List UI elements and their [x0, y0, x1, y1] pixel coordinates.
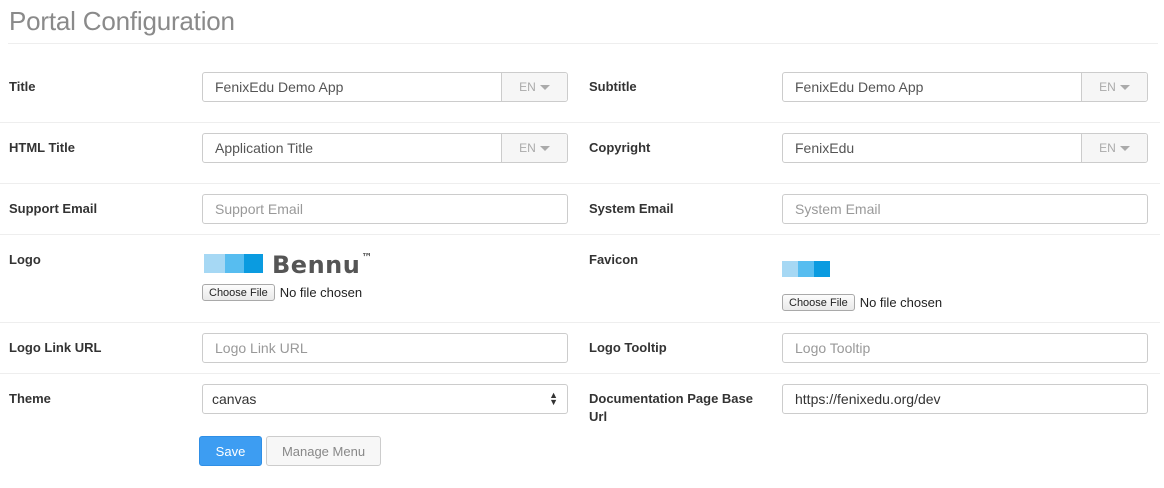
html-title-language-label: EN [519, 141, 536, 155]
subtitle-language-label: EN [1099, 80, 1116, 94]
select-arrows-icon: ▲ ▼ [549, 390, 558, 407]
theme-label: Theme [9, 391, 51, 406]
copyright-language-label: EN [1099, 141, 1116, 155]
save-button[interactable]: Save [199, 436, 262, 466]
logo-mark-icon [204, 254, 263, 273]
html-title-input[interactable]: Application Title [203, 134, 501, 162]
subtitle-language-dropdown[interactable]: EN [1081, 73, 1147, 101]
favicon-file-status: No file chosen [859, 295, 943, 310]
theme-select[interactable]: canvas ▲ ▼ [202, 384, 568, 414]
subtitle-input[interactable]: FenixEdu Demo App [783, 73, 1081, 101]
html-title-label: HTML Title [9, 140, 75, 155]
copyright-field[interactable]: FenixEdu EN [782, 133, 1148, 163]
row-divider [0, 234, 1160, 235]
title-field[interactable]: FenixEdu Demo App EN [202, 72, 568, 102]
html-title-language-dropdown[interactable]: EN [501, 134, 567, 162]
title-language-dropdown[interactable]: EN [501, 73, 567, 101]
title-divider [8, 43, 1158, 44]
logo-tooltip-input[interactable]: Logo Tooltip [782, 333, 1148, 363]
doc-base-url-label: Documentation Page Base Url [589, 390, 753, 426]
doc-base-url-label-line2: Url [589, 409, 608, 424]
subtitle-field[interactable]: FenixEdu Demo App EN [782, 72, 1148, 102]
support-email-label: Support Email [9, 201, 98, 216]
favicon-icon [782, 261, 830, 277]
manage-menu-button[interactable]: Manage Menu [266, 436, 381, 466]
caret-down-icon [1119, 84, 1130, 90]
logo-wordmark: Bennu™ [272, 251, 373, 279]
logo-tooltip-label: Logo Tooltip [589, 340, 667, 355]
row-divider [0, 322, 1160, 323]
row-divider [0, 122, 1160, 123]
caret-down-icon [539, 145, 550, 151]
logo-file-input[interactable]: Choose File No file chosen [202, 284, 362, 301]
page-title: Portal Configuration [9, 6, 235, 36]
favicon-choose-file-button[interactable]: Choose File [782, 294, 855, 311]
support-email-input[interactable]: Support Email [202, 194, 568, 224]
caret-down-icon [1119, 145, 1130, 151]
title-label: Title [9, 79, 36, 94]
logo-link-url-label: Logo Link URL [9, 340, 102, 355]
logo-link-url-input[interactable]: Logo Link URL [202, 333, 568, 363]
trademark-symbol: ™ [361, 251, 373, 264]
copyright-input[interactable]: FenixEdu [783, 134, 1081, 162]
title-language-label: EN [519, 80, 536, 94]
logo-brand-text: Bennu [272, 251, 361, 279]
copyright-language-dropdown[interactable]: EN [1081, 134, 1147, 162]
row-divider [0, 373, 1160, 374]
title-input[interactable]: FenixEdu Demo App [203, 73, 501, 101]
logo-file-status: No file chosen [279, 285, 363, 300]
subtitle-label: Subtitle [589, 79, 637, 94]
html-title-field[interactable]: Application Title EN [202, 133, 568, 163]
copyright-label: Copyright [589, 140, 651, 155]
logo-label: Logo [9, 252, 41, 267]
doc-base-url-input[interactable]: https://fenixedu.org/dev [782, 384, 1148, 414]
system-email-label: System Email [589, 201, 674, 216]
caret-down-icon [539, 84, 550, 90]
row-divider [0, 183, 1160, 184]
logo-choose-file-button[interactable]: Choose File [202, 284, 275, 301]
favicon-file-input[interactable]: Choose File No file chosen [782, 294, 942, 311]
doc-base-url-label-line1: Documentation Page Base [589, 391, 753, 406]
system-email-input[interactable]: System Email [782, 194, 1148, 224]
theme-selected-value: canvas [212, 391, 257, 407]
favicon-label: Favicon [589, 252, 639, 267]
